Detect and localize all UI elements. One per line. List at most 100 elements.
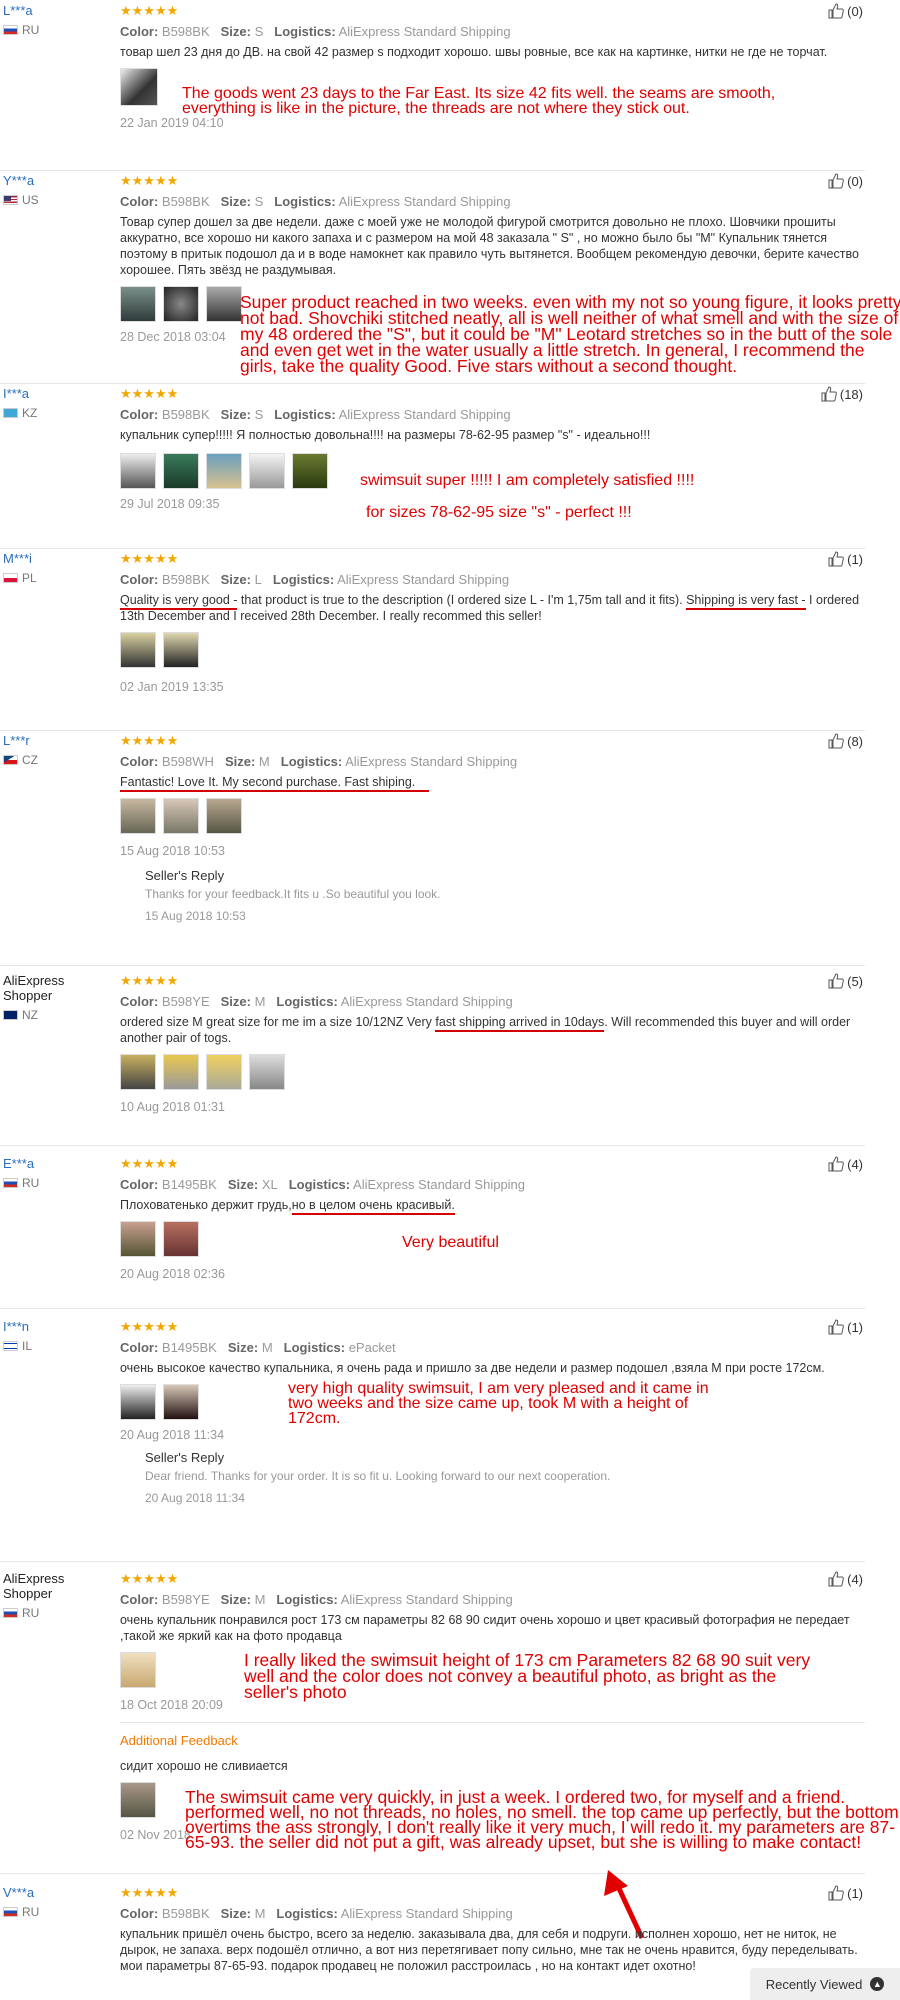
reviewer-country: CZ [3,753,93,767]
reviewer-country: RU [3,1905,93,1919]
review-photo[interactable] [120,1054,156,1090]
review-photo[interactable] [163,632,199,668]
review-text: очень купальник понравился рост 173 см п… [120,1613,850,1643]
review-photo[interactable] [120,68,158,106]
rating-stars: ★★★★★ [120,173,179,188]
review-photo[interactable] [120,1782,156,1818]
review-text: Плоховатенько держит грудь,но в целом оч… [120,1197,860,1215]
review-date: 22 Jan 2019 04:10 [120,116,224,130]
translation-overlay: swimsuit super !!!!! I am completely sat… [360,472,695,489]
review-meta: Color: B598BK Size: S Logistics: AliExpres… [120,407,511,422]
review-photo[interactable] [120,1652,156,1688]
review-text: очень высокое качество купальника, я оче… [120,1361,825,1375]
flag-icon [3,573,18,583]
rating-stars: ★★★★★ [120,1885,179,1900]
rating-stars: ★★★★★ [120,1571,179,1586]
reviewer-name[interactable]: E***a [3,1156,93,1171]
reviewer-name[interactable]: L***r [3,733,93,748]
review-text: товар шел 23 дня до ДВ. на свой 42 разме… [120,45,828,59]
rating-stars: ★★★★★ [120,386,179,401]
review-text: Quality is very good - that product is t… [120,593,860,623]
review-photo[interactable] [206,453,242,489]
reviewer-name[interactable]: AliExpress Shopper [3,973,83,1003]
review-photo[interactable] [120,798,156,834]
recently-viewed-button[interactable]: Recently Viewed ▲ [750,1968,900,2000]
helpful-button[interactable]: (18) [821,386,863,402]
translation-overlay: for sizes 78-62-95 size "s" - perfect !!… [366,504,632,521]
review-meta: Color: B598BK Size: S Logistics: AliExpres… [120,194,511,209]
helpful-button[interactable]: (1) [828,1319,863,1335]
review-photo[interactable] [163,1221,199,1257]
translation-overlay: I really liked the swimsuit height of 17… [244,1650,811,1702]
additional-feedback-text: сидит хорошо не сливиается [120,1759,288,1773]
review: V***a RU ★★★★★ Color: B598BK Size: M Logis… [0,1882,865,2000]
reviewer-country: US [3,193,93,207]
review-photo[interactable] [163,453,199,489]
additional-feedback-label: Additional Feedback [120,1733,238,1748]
thumbs-up-icon [828,1319,844,1335]
rating-stars: ★★★★★ [120,1156,179,1171]
review-photo[interactable] [120,1384,156,1420]
rating-stars: ★★★★★ [120,733,179,748]
review-meta: Color: B598BK Size: M Logistics: AliExpres… [120,1906,513,1921]
helpful-button[interactable]: (4) [828,1571,863,1587]
helpful-button[interactable]: (0) [828,173,863,189]
thumbs-up-icon [821,386,837,402]
thumbs-up-icon [828,973,844,989]
recently-viewed-label: Recently Viewed [765,1976,863,1992]
review-photo[interactable] [206,1054,242,1090]
review: AliExpress Shopper RU ★★★★★ Color: B598Y… [0,1568,899,1874]
review-photo[interactable] [163,286,199,322]
review-photo[interactable] [120,453,156,489]
review-photo[interactable] [249,1054,285,1090]
helpful-button[interactable]: (1) [828,551,863,567]
reviewer-name[interactable]: AliExpress Shopper [3,1571,83,1601]
review-photo[interactable] [163,1054,199,1090]
review-date: 20 Aug 2018 11:34 [120,1428,225,1442]
reviewer-name[interactable]: I***a [3,386,93,401]
reviewer-name[interactable]: I***n [3,1319,93,1334]
review-date: 02 Jan 2019 13:35 [120,680,224,694]
review: I***n IL ★★★★★ Color: B1495BK Size: M Logi… [0,1316,865,1562]
flag-icon [3,1010,18,1020]
helpful-button[interactable]: (1) [828,1885,863,1901]
reviewer-name[interactable]: V***a [3,1885,93,1900]
review-photo[interactable] [120,286,156,322]
review-photo[interactable] [163,798,199,834]
translation-overlay: Super product reached in two weeks. even… [240,292,900,376]
review: E***a RU ★★★★★ Color: B1495BK Size: XL Log… [0,1153,865,1309]
reply-date: 15 Aug 2018 10:53 [145,909,246,923]
reviewer-name[interactable]: L***a [3,3,93,18]
helpful-button[interactable]: (5) [828,973,863,989]
reviewer-name[interactable]: M***i [3,551,93,566]
review-photo[interactable] [206,286,242,322]
helpful-button[interactable]: (8) [828,733,863,749]
review-meta: Color: B598BK Size: S Logistics: AliExpres… [120,24,511,39]
seller-reply: Seller's Reply Thanks for your feedback.… [120,868,860,923]
review-photo[interactable] [249,453,285,489]
review: I***a KZ ★★★★★ Color: B598BK Size: S Logis… [0,383,865,549]
helpful-button[interactable]: (4) [828,1156,863,1172]
review-photo[interactable] [120,632,156,668]
flag-icon [3,1907,18,1917]
review: AliExpress Shopper NZ ★★★★★ Color: B598Y… [0,970,865,1146]
reviewer-name[interactable]: Y***a [3,173,93,188]
flag-icon [3,25,18,35]
flag-icon [3,1341,18,1351]
thumbs-up-icon [828,733,844,749]
rating-stars: ★★★★★ [120,1319,179,1334]
review-photo[interactable] [292,453,328,489]
review-photo[interactable] [163,1384,199,1420]
rating-stars: ★★★★★ [120,551,179,566]
flag-icon [3,1178,18,1188]
rating-stars: ★★★★★ [120,3,179,18]
review-photo[interactable] [120,1221,156,1257]
helpful-button[interactable]: (0) [828,3,863,19]
review-text: Товар супер дошел за две недели. даже с … [120,215,859,277]
review-meta: Color: B1495BK Size: XL Logistics: AliExpr… [120,1177,526,1192]
review: L***a RU ★★★★★ Color: B598BK Size: S Logis… [0,0,865,171]
thumbs-up-icon [828,551,844,567]
review-date: 18 Oct 2018 20:09 [120,1698,223,1712]
reviewer-country: NZ [3,1008,93,1022]
review-photo[interactable] [206,798,242,834]
